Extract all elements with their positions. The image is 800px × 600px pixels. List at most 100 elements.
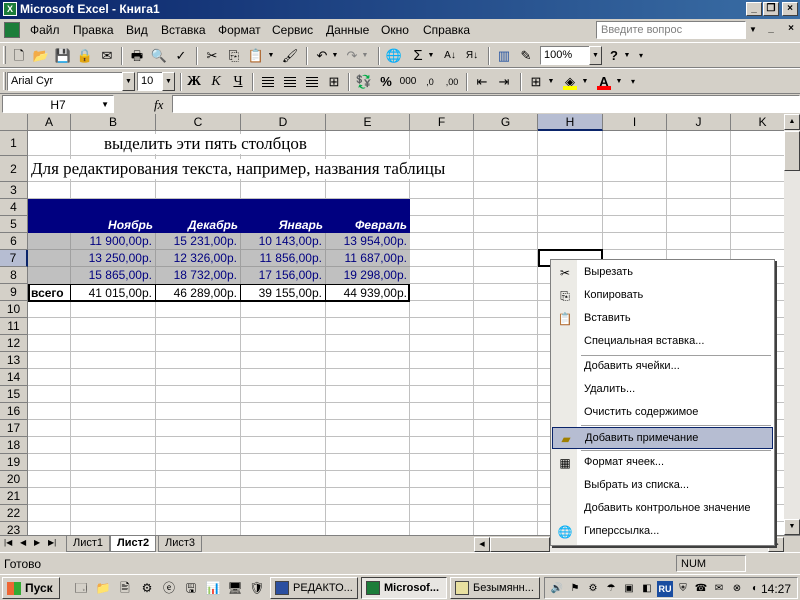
task-button-word[interactable]: РЕДАКТО... [270, 577, 358, 599]
cell-title-row2[interactable]: Для редактирования текста, например, наз… [31, 159, 450, 179]
borders-icon[interactable]: ⊞ [526, 72, 546, 92]
column-header-g[interactable]: G [474, 114, 538, 131]
format-painter-icon[interactable]: 🖌 [280, 46, 300, 66]
redo-icon[interactable]: ↷ [342, 46, 362, 66]
autosum-icon[interactable]: Σ [408, 46, 428, 66]
tray-app-icon[interactable]: ⚑ [567, 581, 583, 597]
menu-item-insert-cells[interactable]: Добавить ячейки... [552, 356, 773, 378]
name-box[interactable]: H7 ▼ [2, 95, 114, 113]
insert-function-icon[interactable]: fx [154, 97, 163, 113]
scroll-up-icon[interactable]: ▲ [784, 114, 800, 130]
tray-app-icon[interactable]: ⚙ [585, 581, 601, 597]
workbook-minimize-button[interactable]: _ [764, 22, 778, 36]
row-header-4[interactable]: 4 [0, 199, 28, 216]
zoom-combo[interactable]: 100% [540, 46, 590, 65]
menu-data[interactable]: Данные [326, 23, 369, 37]
drawing-icon[interactable]: ✎ [516, 46, 536, 66]
row-header-13[interactable]: 13 [0, 352, 28, 369]
row-header-8[interactable]: 8 [0, 267, 28, 284]
menu-window[interactable]: Окно [381, 23, 409, 37]
autosum-dropdown-icon[interactable]: ▼ [426, 46, 436, 66]
column-header-d[interactable]: D [241, 114, 326, 131]
help-icon[interactable]: ? [604, 46, 624, 66]
row-header-22[interactable]: 22 [0, 505, 28, 522]
font-name-combo[interactable]: Arial Cyr [7, 72, 123, 91]
quicklaunch-app-icon[interactable]: 📊 [204, 579, 222, 597]
table-cell[interactable]: 18 732,00р. [157, 268, 237, 282]
merge-center-icon[interactable]: ⊞ [324, 72, 344, 92]
total-label[interactable]: всего [31, 286, 64, 300]
redo-dropdown-icon[interactable]: ▼ [360, 46, 370, 66]
row-header-12[interactable]: 12 [0, 335, 28, 352]
fill-color-dropdown-icon[interactable]: ▼ [580, 72, 590, 92]
copy-icon[interactable]: ⎘ [224, 46, 244, 66]
row-header-19[interactable]: 19 [0, 454, 28, 471]
table-cell[interactable]: 13 250,00р. [72, 251, 152, 265]
menu-item-clear-contents[interactable]: Очистить содержимое [552, 402, 773, 424]
menu-item-paste[interactable]: 📋 Вставить [552, 308, 773, 330]
bold-button[interactable]: Ж [184, 72, 204, 92]
print-preview-icon[interactable]: 🔍 [149, 46, 169, 66]
column-header-f[interactable]: F [410, 114, 474, 131]
menu-edit[interactable]: Правка [73, 23, 114, 37]
print-icon[interactable]: 🖶 [127, 46, 147, 66]
month-header-nov[interactable]: Ноябрь [72, 218, 153, 232]
menu-insert[interactable]: Вставка [161, 23, 206, 37]
align-center-icon[interactable] [280, 72, 300, 92]
formula-input[interactable] [172, 95, 800, 113]
font-size-dropdown-icon[interactable]: ▼ [162, 72, 175, 91]
row-header-6[interactable]: 6 [0, 233, 28, 250]
row-header-9[interactable]: 9 [0, 284, 28, 301]
toolbar-options-icon[interactable]: ▾ [636, 46, 646, 66]
tray-app-icon[interactable]: ⛨ [675, 581, 691, 597]
row-header-20[interactable]: 20 [0, 471, 28, 488]
column-header-i[interactable]: I [603, 114, 667, 131]
menu-item-insert-comment[interactable]: ▰ Добавить примечание [552, 427, 773, 449]
row-header-16[interactable]: 16 [0, 403, 28, 420]
row-header-7[interactable]: 7 [0, 250, 28, 267]
tray-app-icon[interactable]: ◧ [639, 581, 655, 597]
help-dropdown-icon[interactable]: ▼ [746, 21, 760, 39]
sheet-tab-1[interactable]: Лист1 [66, 536, 111, 552]
tray-app-icon[interactable]: ☂ [603, 581, 619, 597]
chart-wizard-icon[interactable]: ▥ [494, 46, 514, 66]
font-color-icon[interactable]: A [594, 72, 614, 92]
currency-icon[interactable]: 💱 [354, 72, 374, 92]
italic-button[interactable]: К [206, 72, 226, 92]
table-cell[interactable]: 11 687,00р. [327, 251, 407, 265]
row-header-1[interactable]: 1 [0, 131, 28, 156]
row-header-23[interactable]: 23 [0, 522, 28, 535]
title-bar[interactable]: X Microsoft Excel - Книга1 _ ❐ × [0, 0, 800, 19]
last-sheet-icon[interactable]: ▶| [48, 538, 56, 547]
column-header-a[interactable]: A [28, 114, 71, 131]
scroll-down-icon[interactable]: ▼ [784, 519, 800, 535]
open-folder-icon[interactable]: 📂 [31, 46, 51, 66]
row-header-14[interactable]: 14 [0, 369, 28, 386]
table-cell[interactable]: 12 326,00р. [157, 251, 237, 265]
column-header-e[interactable]: E [326, 114, 410, 131]
fill-color-icon[interactable]: ◈ [560, 72, 580, 92]
borders-dropdown-icon[interactable]: ▼ [546, 72, 556, 92]
total-cell[interactable]: 39 155,00р. [242, 286, 322, 300]
first-sheet-icon[interactable]: |◀ [4, 538, 12, 547]
font-color-dropdown-icon[interactable]: ▼ [614, 72, 624, 92]
restore-button[interactable]: ❐ [763, 2, 779, 16]
table-cell[interactable]: 11 856,00р. [242, 251, 322, 265]
row-header-21[interactable]: 21 [0, 488, 28, 505]
toolbar-options-icon[interactable]: ▾ [628, 72, 638, 92]
sheet-tab-2[interactable]: Лист2 [110, 536, 157, 552]
month-header-jan[interactable]: Январь [242, 218, 323, 232]
help-question-input[interactable]: Введите вопрос [596, 21, 746, 39]
tray-app-icon[interactable]: ✉ [711, 581, 727, 597]
row-header-17[interactable]: 17 [0, 420, 28, 437]
hyperlink-icon[interactable]: 🌐 [384, 46, 404, 66]
quicklaunch-app-icon[interactable]: 🖹 [116, 579, 134, 597]
increase-decimal-icon[interactable]: ,0 [420, 72, 440, 92]
month-header-feb[interactable]: Февраль [327, 218, 407, 232]
new-document-icon[interactable]: 🗋 [9, 46, 29, 66]
paste-icon[interactable]: 📋 [246, 46, 266, 66]
paste-dropdown-icon[interactable]: ▼ [266, 46, 276, 66]
decrease-decimal-icon[interactable]: ,00 [442, 72, 462, 92]
row-header-10[interactable]: 10 [0, 301, 28, 318]
tray-app-icon[interactable]: ▣ [621, 581, 637, 597]
